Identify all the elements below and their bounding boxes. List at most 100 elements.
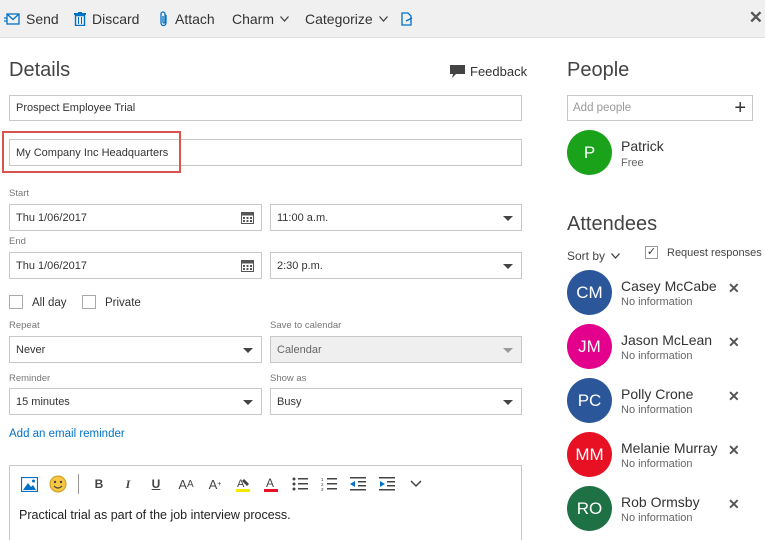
decrease-indent-icon[interactable] bbox=[349, 474, 367, 494]
avatar: P bbox=[567, 130, 612, 175]
toolbar-divider bbox=[78, 474, 79, 494]
request-responses-checkbox[interactable]: ✓ bbox=[645, 246, 658, 259]
popout-icon bbox=[401, 12, 413, 26]
body-text: Practical trial as part of the job inter… bbox=[19, 508, 291, 522]
start-date-input[interactable]: Thu 1/06/2017 bbox=[9, 204, 262, 231]
send-icon bbox=[4, 13, 20, 25]
show-as-label: Show as bbox=[270, 373, 307, 384]
details-heading: Details bbox=[9, 59, 71, 81]
all-day-checkbox[interactable] bbox=[9, 295, 23, 309]
increase-indent-icon[interactable] bbox=[378, 474, 396, 494]
categorize-label: Categorize bbox=[305, 11, 373, 27]
avatar-initials: P bbox=[583, 142, 596, 162]
save-to-calendar-select[interactable]: Calendar bbox=[270, 336, 522, 363]
close-icon[interactable]: ✕ bbox=[749, 8, 763, 28]
avatar-initials: CM bbox=[576, 282, 603, 302]
more-options-chevron-icon[interactable] bbox=[407, 474, 425, 494]
start-time-select[interactable]: 11:00 a.m. bbox=[270, 204, 522, 231]
toolbar: Send Discard Attach Charm Categorize ✕ bbox=[0, 0, 765, 38]
popout-button[interactable] bbox=[401, 0, 419, 38]
avatar: JM bbox=[567, 324, 612, 369]
avatar: RO bbox=[567, 486, 612, 531]
start-date-value: Thu 1/06/2017 bbox=[16, 211, 87, 224]
chevron-down-icon bbox=[611, 251, 621, 262]
add-people-input[interactable]: Add people + bbox=[567, 95, 753, 121]
add-people-placeholder: Add people bbox=[573, 102, 632, 114]
sort-by-dropdown[interactable]: Sort by bbox=[567, 249, 621, 263]
send-label: Send bbox=[26, 11, 59, 27]
feedback-button[interactable]: Feedback bbox=[450, 64, 527, 79]
remove-attendee-icon[interactable]: ✕ bbox=[728, 496, 740, 513]
remove-attendee-icon[interactable]: ✕ bbox=[728, 280, 740, 297]
attendee-status: No information bbox=[621, 350, 693, 362]
body-editor[interactable]: B I U AA A + A A 123 Practical trial as p… bbox=[9, 465, 522, 540]
dropdown-arrow-icon bbox=[243, 347, 253, 353]
avatar: PC bbox=[567, 378, 612, 423]
remove-attendee-icon[interactable]: ✕ bbox=[728, 388, 740, 405]
avatar: CM bbox=[567, 270, 612, 315]
show-as-select[interactable]: Busy bbox=[270, 388, 522, 415]
avatar-initials: MM bbox=[575, 444, 604, 464]
remove-attendee-icon[interactable]: ✕ bbox=[728, 334, 740, 351]
location-highlight-box bbox=[2, 131, 181, 173]
repeat-select[interactable]: Never bbox=[9, 336, 262, 363]
bold-icon[interactable]: B bbox=[90, 474, 108, 494]
end-label: End bbox=[9, 236, 26, 247]
calendar-icon[interactable] bbox=[241, 211, 254, 227]
add-email-reminder-link[interactable]: Add an email reminder bbox=[9, 428, 125, 440]
attach-button[interactable]: Attach bbox=[159, 0, 215, 38]
end-time-select[interactable]: 2:30 p.m. bbox=[270, 252, 522, 279]
categorize-dropdown[interactable]: Categorize bbox=[305, 0, 388, 38]
show-as-value: Busy bbox=[277, 395, 302, 408]
repeat-value: Never bbox=[16, 343, 46, 356]
send-button[interactable]: Send bbox=[4, 0, 59, 38]
paperclip-icon bbox=[159, 11, 169, 27]
end-time-value: 2:30 p.m. bbox=[277, 259, 323, 272]
attendee-name: Jason McLean bbox=[621, 332, 713, 348]
reminder-value: 15 minutes bbox=[16, 395, 70, 408]
repeat-label: Repeat bbox=[9, 320, 40, 331]
font-size-icon[interactable]: AA bbox=[175, 474, 197, 494]
emoji-icon[interactable] bbox=[48, 474, 68, 494]
attendee-status: No information bbox=[621, 512, 693, 524]
title-value: Prospect Employee Trial bbox=[16, 102, 136, 114]
insert-image-icon[interactable] bbox=[19, 474, 39, 494]
start-label: Start bbox=[9, 188, 30, 199]
attendee-status: No information bbox=[621, 404, 693, 416]
reminder-select[interactable]: 15 minutes bbox=[9, 388, 262, 415]
avatar-initials: RO bbox=[576, 498, 603, 518]
dropdown-arrow-icon bbox=[503, 347, 513, 353]
end-date-value: Thu 1/06/2017 bbox=[16, 259, 87, 272]
save-to-calendar-label: Save to calendar bbox=[270, 320, 342, 331]
request-responses-label: Request responses bbox=[667, 247, 762, 259]
calendar-icon[interactable] bbox=[241, 259, 254, 275]
charm-label: Charm bbox=[232, 11, 275, 27]
grow-font-icon[interactable]: A + bbox=[206, 474, 224, 494]
attendee-name: Polly Crone bbox=[621, 386, 694, 402]
feedback-label: Feedback bbox=[470, 64, 528, 79]
italic-icon[interactable]: I bbox=[119, 474, 137, 494]
dropdown-arrow-icon bbox=[503, 399, 513, 405]
title-input[interactable]: Prospect Employee Trial bbox=[9, 95, 522, 121]
remove-attendee-icon[interactable]: ✕ bbox=[728, 442, 740, 459]
highlight-icon[interactable]: A bbox=[234, 474, 252, 494]
private-checkbox[interactable] bbox=[82, 295, 96, 309]
all-day-label: All day bbox=[32, 297, 67, 309]
attendee-name: Rob Ormsby bbox=[621, 494, 700, 510]
plus-icon[interactable]: + bbox=[734, 98, 746, 118]
svg-text:3: 3 bbox=[321, 487, 324, 491]
avatar: MM bbox=[567, 432, 612, 477]
attendee-status: No information bbox=[621, 296, 693, 308]
attendee-name: Melanie Murray bbox=[621, 440, 718, 456]
discard-button[interactable]: Discard bbox=[74, 0, 139, 38]
attach-label: Attach bbox=[175, 11, 215, 27]
bullet-list-icon[interactable] bbox=[291, 474, 309, 494]
dropdown-arrow-icon bbox=[503, 263, 513, 269]
font-color-icon[interactable]: A bbox=[262, 474, 280, 494]
end-date-input[interactable]: Thu 1/06/2017 bbox=[9, 252, 262, 279]
svg-text:A: A bbox=[266, 476, 274, 490]
underline-icon[interactable]: U bbox=[147, 474, 165, 494]
charm-dropdown[interactable]: Charm bbox=[232, 0, 290, 38]
save-to-calendar-value: Calendar bbox=[277, 343, 322, 356]
numbered-list-icon[interactable]: 123 bbox=[320, 474, 338, 494]
